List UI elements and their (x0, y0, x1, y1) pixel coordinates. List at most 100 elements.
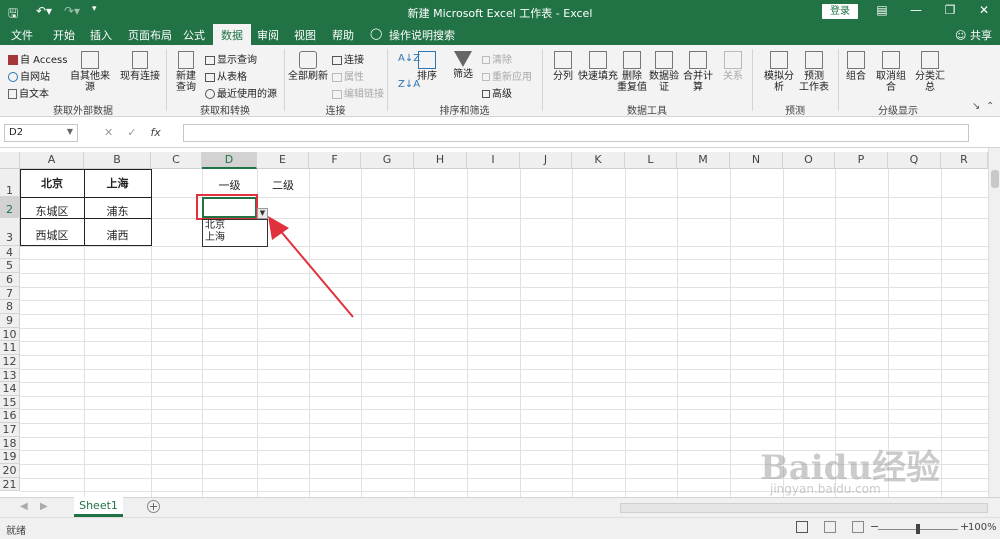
tab-help[interactable]: 帮助 (332, 27, 354, 43)
collapse-ribbon-icon[interactable]: ⌃ (986, 101, 994, 112)
sheet-tab-sheet1[interactable]: Sheet1 (74, 497, 123, 517)
scroll-thumb[interactable] (991, 170, 999, 188)
maximize-icon[interactable]: ❐ (940, 3, 960, 17)
properties-button[interactable]: 属性 (332, 68, 364, 83)
subtotal-icon (921, 51, 939, 69)
group-forecast-label: 预测 (785, 106, 805, 117)
reapply-button[interactable]: 重新应用 (482, 68, 532, 83)
formula-bar: D2 ▼ ✕ ✓ fx (0, 117, 1000, 148)
data-validation-icon (655, 51, 673, 69)
tab-view[interactable]: 视图 (294, 27, 316, 43)
page-break-view-icon[interactable] (852, 521, 864, 533)
lightbulb-icon: ◯ (370, 27, 383, 40)
forecast-icon (805, 51, 823, 69)
recent-sources-button[interactable]: 最近使用的源 (205, 85, 277, 100)
tab-data[interactable]: 数据 (213, 24, 251, 45)
from-text-button[interactable]: 自文本 (8, 85, 49, 100)
group-button[interactable]: 组合 (842, 51, 870, 82)
tab-home[interactable]: 开始 (53, 27, 75, 43)
text-to-columns-icon (554, 51, 572, 69)
consolidate-button[interactable]: 合并计算 (679, 51, 717, 93)
login-button[interactable]: 登录 (822, 4, 858, 19)
tab-formulas[interactable]: 公式 (183, 27, 205, 43)
prev-sheet-icon[interactable]: ◀ (20, 501, 28, 512)
flash-fill-button[interactable]: 快速填充 (578, 51, 618, 82)
page-layout-view-icon[interactable] (824, 521, 836, 533)
share-button[interactable]: ☺ 共享 (955, 27, 992, 43)
add-sheet-icon[interactable]: + (147, 500, 160, 513)
enter-icon[interactable]: ✓ (127, 126, 136, 139)
clock-icon (205, 89, 215, 99)
forecast-sheet-button[interactable]: 预测 工作表 (798, 51, 830, 93)
what-if-analysis-button[interactable]: 模拟分析 (760, 51, 798, 93)
tab-insert[interactable]: 插入 (90, 27, 112, 43)
remove-duplicates-icon (623, 51, 641, 69)
from-table-button[interactable]: 从表格 (205, 68, 247, 83)
filter-button[interactable]: 筛选 (448, 51, 478, 80)
text-to-columns-button[interactable]: 分列 (550, 51, 576, 82)
ungroup-button[interactable]: 取消组合 (872, 51, 910, 93)
consolidate-icon (689, 51, 707, 69)
dialog-launcher-icon[interactable]: ↘ (972, 101, 980, 112)
tell-me-search[interactable]: 操作说明搜索 (389, 27, 455, 43)
edit-links-icon (332, 89, 342, 99)
access-icon (8, 55, 18, 65)
refresh-all-button[interactable]: 全部刷新 (288, 51, 328, 82)
formula-icons: ✕ ✓ fx (104, 126, 161, 139)
data-validation-button[interactable]: 数据验 证 (649, 51, 679, 93)
refresh-icon (299, 51, 317, 69)
clear-filter-button[interactable]: 清除 (482, 51, 512, 66)
advanced-filter-button[interactable]: 高级 (482, 85, 512, 100)
new-query-button[interactable]: 新建 查询 (171, 51, 201, 93)
horizontal-scrollbar[interactable] (620, 503, 988, 513)
connections-button[interactable]: 连接 (332, 51, 364, 66)
flash-fill-icon (589, 51, 607, 69)
zoom-level[interactable]: 100% (968, 522, 997, 533)
next-sheet-icon[interactable]: ▶ (40, 501, 48, 512)
baidu-watermark-url: jingyan.baidu.com (770, 482, 881, 496)
text-file-icon (8, 89, 17, 99)
clear-filter-icon (482, 56, 490, 64)
show-queries-button[interactable]: 显示查询 (205, 51, 257, 66)
cancel-icon[interactable]: ✕ (104, 126, 113, 139)
close-icon[interactable]: ✕ (974, 3, 994, 17)
ribbon-display-options-icon[interactable]: ▤ (872, 3, 892, 17)
group-outline-label: 分级显示 (878, 106, 918, 117)
zoom-out-icon[interactable]: − (870, 520, 879, 533)
subtotal-button[interactable]: 分类汇总 (911, 51, 949, 93)
sort-button[interactable]: 排序 (414, 51, 440, 82)
vertical-scrollbar[interactable] (988, 148, 1000, 497)
sheet-tab-bar: ◀ ▶ Sheet1 + (0, 497, 1000, 517)
tab-file[interactable]: 文件 (11, 27, 33, 43)
existing-connections-button[interactable]: 现有连接 (118, 51, 162, 82)
other-sources-button[interactable]: 自其他来源 (66, 51, 114, 93)
reapply-icon (482, 73, 490, 81)
tab-page-layout[interactable]: 页面布局 (128, 27, 172, 43)
title-bar: 🖫 ↶▾ ↷▾ ▾ 新建 Microsoft Excel 工作表 - Excel… (0, 0, 1000, 24)
remove-duplicates-button[interactable]: 删除 重复值 (617, 51, 647, 93)
minimize-icon[interactable]: — (906, 3, 926, 17)
from-web-button[interactable]: 自网站 (8, 68, 50, 83)
ribbon-data: 自 Access 自网站 自文本 自其他来源 现有连接 获取外部数据 新建 查询… (0, 45, 1000, 117)
zoom-slider-knob[interactable] (916, 524, 920, 534)
group-get-external-label: 获取外部数据 (53, 106, 113, 117)
other-sources-icon (81, 51, 99, 69)
relationships-button[interactable]: 关系 (720, 51, 746, 82)
group-data-tools-label: 数据工具 (627, 106, 667, 117)
tab-review[interactable]: 审阅 (257, 27, 279, 43)
chevron-down-icon: ▼ (66, 127, 73, 136)
properties-icon (332, 72, 342, 82)
insert-function-icon[interactable]: fx (150, 126, 160, 139)
new-query-icon (178, 51, 194, 69)
filter-icon (454, 51, 472, 67)
normal-view-icon[interactable] (796, 521, 808, 533)
name-box[interactable]: D2 ▼ (4, 124, 78, 142)
edit-links-button[interactable]: 编辑链接 (332, 85, 384, 100)
from-access-button[interactable]: 自 Access (8, 51, 67, 66)
formula-input[interactable] (183, 124, 969, 142)
group-icon (847, 51, 865, 69)
sort-icon (418, 51, 436, 69)
queries-icon (205, 55, 215, 65)
group-sort-filter-label: 排序和筛选 (439, 106, 490, 117)
status-bar: 就绪 − + 100% (0, 517, 1000, 539)
